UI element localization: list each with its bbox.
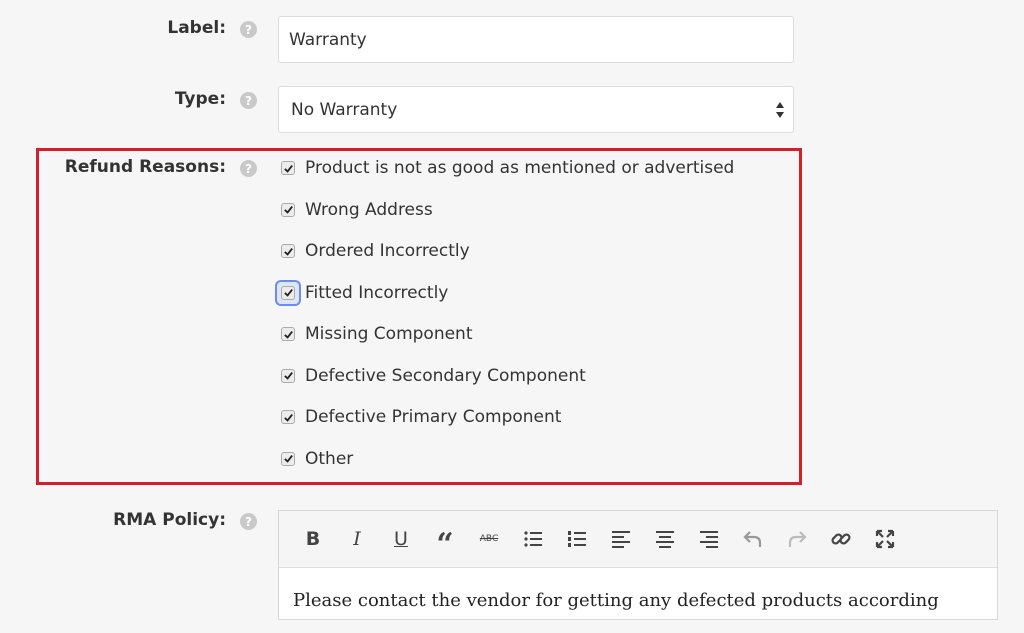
- align-center-button[interactable]: [643, 519, 687, 559]
- rma-policy-label: RMA Policy:: [113, 510, 226, 530]
- underline-button[interactable]: U: [379, 519, 423, 559]
- type-select-value: No Warranty: [291, 99, 398, 120]
- refund-reason-item[interactable]: Missing Component: [277, 322, 473, 346]
- link-icon: [831, 533, 851, 545]
- refund-reason-label: Missing Component: [305, 324, 473, 344]
- refund-reason-label: Ordered Incorrectly: [305, 241, 470, 261]
- bold-button[interactable]: B: [291, 519, 335, 559]
- refund-reason-label: Fitted Incorrectly: [305, 282, 449, 303]
- checkmark-icon: [283, 164, 293, 173]
- refund-reason-checkbox[interactable]: [277, 448, 299, 470]
- label-input[interactable]: [278, 16, 794, 63]
- numbered-list-icon: [568, 531, 586, 547]
- refund-reason-checkbox[interactable]: [277, 157, 299, 179]
- checkbox-box: [281, 202, 295, 217]
- redo-icon: [788, 531, 807, 547]
- undo-button[interactable]: [731, 519, 775, 559]
- refund-reasons-label: Refund Reasons:: [64, 157, 226, 177]
- align-left-icon: [612, 531, 630, 548]
- checkbox-box: [281, 285, 295, 300]
- checkbox-box: [281, 161, 295, 175]
- align-right-icon: [700, 531, 718, 548]
- refund-reason-item[interactable]: Defective Primary Component: [277, 405, 561, 429]
- checkbox-box: [281, 327, 295, 341]
- blockquote-button[interactable]: “: [423, 519, 467, 562]
- align-center-icon: [656, 531, 674, 548]
- checkmark-icon: [283, 455, 293, 463]
- editor-content[interactable]: Please contact the vendor for getting an…: [279, 568, 997, 633]
- refund-reason-checkbox[interactable]: [277, 199, 299, 221]
- help-icon[interactable]: ?: [240, 513, 257, 530]
- editor-toolbar: B I U “ ABC: [279, 511, 997, 568]
- refund-reason-label: Defective Primary Component: [305, 407, 562, 427]
- type-field-label: Type:: [174, 89, 226, 109]
- help-icon[interactable]: ?: [240, 160, 257, 177]
- refund-reason-checkbox[interactable]: [277, 365, 299, 387]
- help-icon[interactable]: ?: [240, 21, 257, 38]
- warranty-form: Label: ? Type: ? No Warranty Refund Reas…: [0, 0, 1024, 620]
- italic-button[interactable]: I: [335, 519, 379, 559]
- checkmark-icon: [283, 330, 293, 339]
- redo-button[interactable]: [775, 519, 819, 559]
- refund-reason-label: Wrong Address: [305, 199, 433, 220]
- refund-reason-checkbox[interactable]: [277, 281, 299, 304]
- strikethrough-button[interactable]: ABC: [467, 519, 511, 559]
- refund-reason-checkbox[interactable]: [277, 323, 299, 345]
- refund-reason-label: Other: [305, 448, 354, 469]
- select-arrows-icon: [776, 102, 784, 118]
- checkmark-icon: [283, 372, 293, 380]
- bullet-list-icon: [524, 531, 542, 547]
- refund-reason-item[interactable]: Ordered Incorrectly: [277, 239, 470, 263]
- help-icon[interactable]: ?: [240, 92, 257, 109]
- refund-reason-item[interactable]: Product is not as good as mentioned or a…: [277, 156, 734, 180]
- undo-icon: [743, 531, 762, 547]
- checkbox-box: [281, 368, 295, 383]
- refund-reason-item[interactable]: Fitted Incorrectly: [277, 281, 448, 305]
- label-field-label: Label:: [167, 18, 226, 38]
- checkmark-icon: [283, 289, 293, 297]
- insert-link-button[interactable]: [819, 519, 863, 559]
- refund-reason-item[interactable]: Wrong Address: [277, 198, 433, 222]
- checkbox-box: [281, 410, 295, 424]
- checkmark-icon: [283, 247, 293, 256]
- checkmark-icon: [283, 413, 293, 422]
- align-right-button[interactable]: [687, 519, 731, 559]
- refund-reason-item[interactable]: Defective Secondary Component: [277, 364, 586, 388]
- numbered-list-button[interactable]: [555, 519, 599, 559]
- refund-reason-label: Product is not as good as mentioned or a…: [305, 158, 735, 178]
- align-left-button[interactable]: [599, 519, 643, 559]
- fullscreen-button[interactable]: [863, 519, 907, 559]
- refund-reason-label: Defective Secondary Component: [305, 365, 586, 386]
- refund-reason-checkbox[interactable]: [277, 406, 299, 428]
- refund-reason-checkbox[interactable]: [277, 240, 299, 262]
- type-select[interactable]: No Warranty: [278, 86, 794, 133]
- checkmark-icon: [283, 206, 293, 214]
- bullet-list-button[interactable]: [511, 519, 555, 559]
- refund-reason-item[interactable]: Other: [277, 447, 353, 471]
- fullscreen-icon: [875, 529, 895, 549]
- checkbox-box: [281, 244, 295, 258]
- checkbox-box: [281, 451, 295, 466]
